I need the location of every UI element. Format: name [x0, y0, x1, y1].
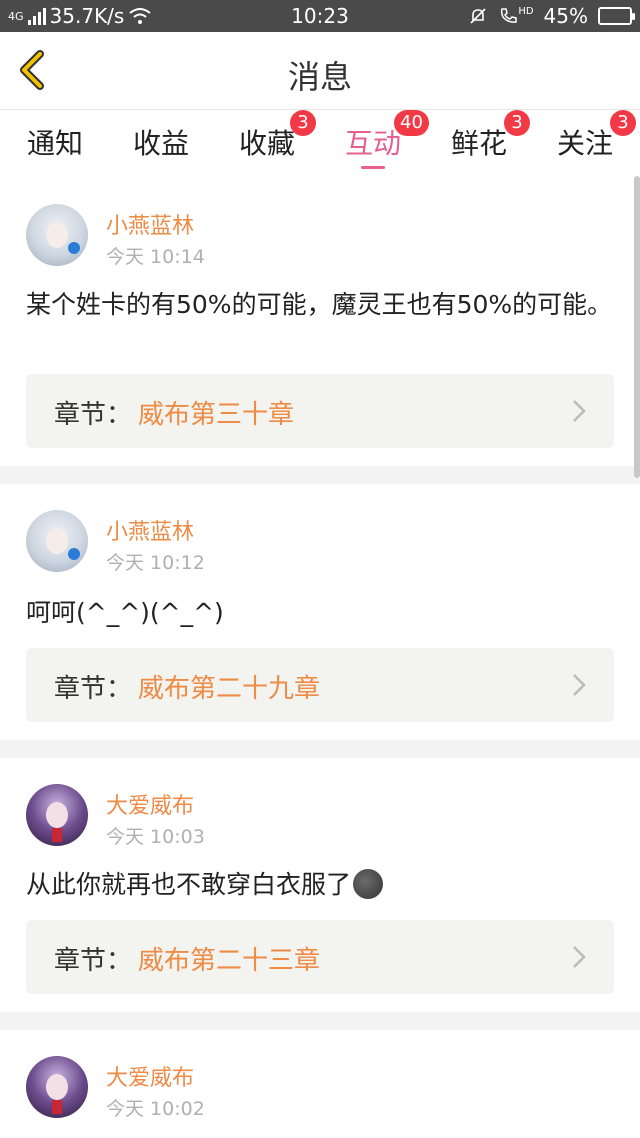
tab-interaction[interactable]: 互动 40: [320, 110, 429, 169]
tab-badge: 3: [504, 110, 530, 136]
chapter-name: 威布第三十章: [138, 400, 295, 430]
avatar[interactable]: [26, 784, 88, 846]
message-text: 呵呵(^_^)(^_^): [26, 598, 224, 627]
message-card: 小燕蓝林 今天 10:14 某个姓卡的有50%的可能，魔灵王也有50%的可能。 …: [0, 176, 640, 466]
status-right: HD 45%: [468, 4, 635, 28]
hd-call-icon: HD: [498, 6, 534, 26]
active-tab-indicator: [361, 166, 385, 169]
new-moon-face-emoji-icon: [353, 869, 384, 899]
tab-badge: 3: [290, 110, 316, 136]
timestamp: 今天 10:02: [106, 1098, 205, 1120]
status-bar: 4G 35.7K/s 10:23 HD 45%: [0, 0, 640, 32]
tab-follow[interactable]: 关注 3: [532, 110, 638, 162]
message-card: 小燕蓝林 今天 10:12 呵呵(^_^)(^_^) 章节： 威布第二十九章: [0, 484, 640, 740]
chapter-link[interactable]: 章节： 威布第二十三章: [26, 920, 614, 994]
username[interactable]: 小燕蓝林: [106, 514, 194, 546]
chevron-right-icon: [573, 946, 586, 968]
chapter-label: 章节：: [54, 674, 133, 704]
chapter-name: 威布第二十九章: [138, 674, 321, 704]
message-card: 大爱威布 今天 10:03 从此你就再也不敢穿白衣服了 章节： 威布第二十三章: [0, 758, 640, 1012]
tab-label: 收藏: [238, 127, 295, 160]
tab-favorites[interactable]: 收藏 3: [214, 110, 320, 162]
chapter-link[interactable]: 章节： 威布第三十章: [26, 374, 614, 448]
tab-badge: 40: [394, 110, 429, 136]
tab-label: 互动: [344, 127, 401, 160]
chevron-right-icon: [573, 674, 586, 696]
tab-notice[interactable]: 通知: [2, 122, 108, 162]
username[interactable]: 大爱威布: [106, 788, 194, 820]
scrollbar[interactable]: [634, 176, 640, 478]
mute-bell-icon: [470, 8, 486, 24]
timestamp: 今天 10:12: [106, 552, 205, 574]
tab-income[interactable]: 收益: [108, 122, 214, 162]
timestamp: 今天 10:14: [106, 246, 205, 268]
tab-flowers[interactable]: 鲜花 3: [426, 110, 532, 162]
chapter-link[interactable]: 章节： 威布第二十九章: [26, 648, 614, 722]
message-text: 从此你就再也不敢穿白衣服了: [26, 870, 352, 899]
avatar[interactable]: [26, 204, 88, 266]
chapter-name: 威布第二十三章: [138, 946, 321, 976]
top-nav: 消息: [0, 32, 640, 110]
tab-label: 收益: [132, 127, 189, 160]
avatar[interactable]: [26, 1056, 88, 1118]
message-text: 某个姓卡的有50%的可能，魔灵王也有50%的可能。: [26, 290, 613, 319]
hd-label: HD: [518, 6, 534, 17]
avatar[interactable]: [26, 510, 88, 572]
timestamp: 今天 10:03: [106, 826, 205, 848]
tab-label: 关注: [556, 127, 613, 160]
tab-label: 鲜花: [450, 127, 507, 160]
message-card: 大爱威布 今天 10:02: [0, 1030, 640, 1138]
message-feed[interactable]: 小燕蓝林 今天 10:14 某个姓卡的有50%的可能，魔灵王也有50%的可能。 …: [0, 176, 640, 1138]
message-row: 从此你就再也不敢穿白衣服了: [26, 868, 616, 901]
tab-bar: 通知 收益 收藏 3 互动 40 鲜花 3 关注 3: [0, 110, 640, 176]
page-title: 消息: [287, 58, 352, 96]
username[interactable]: 大爱威布: [106, 1060, 194, 1092]
chapter-label: 章节：: [54, 400, 133, 430]
chapter-label: 章节：: [54, 946, 133, 976]
battery-icon: [598, 7, 635, 25]
battery-percent: 45%: [543, 4, 588, 28]
chevron-right-icon: [573, 400, 586, 422]
tab-label: 通知: [26, 127, 83, 160]
tab-badge: 3: [610, 110, 636, 136]
username[interactable]: 小燕蓝林: [106, 208, 194, 240]
